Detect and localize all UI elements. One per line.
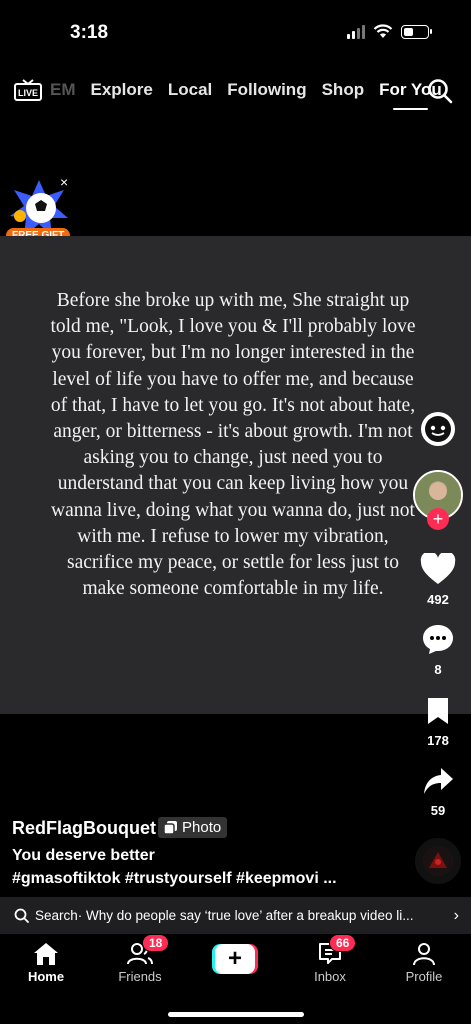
status-icons [347, 24, 432, 39]
like-count: 492 [427, 592, 449, 607]
search-suggestion-bar[interactable]: Search · Why do people say ‘true love’ a… [0, 897, 471, 934]
search-small-icon [14, 908, 29, 923]
share-button[interactable]: 59 [408, 766, 468, 818]
post-hashtags[interactable]: #gmasoftiktok #trustyourself #keepmovi .… [12, 870, 337, 888]
chevron-right-icon: › [453, 907, 459, 924]
save-count: 178 [427, 733, 449, 748]
status-time: 3:18 [70, 22, 109, 43]
tab-following[interactable]: Following [227, 80, 306, 100]
tab-friends[interactable]: Friends [100, 942, 180, 984]
search-suggestion-text: · Why do people say ‘true love’ after a … [77, 908, 414, 923]
top-navigation: LIVE EM Explore Local Following Shop For… [14, 78, 457, 110]
bottom-tab-bar: Home Friends 18 + Inbox 66 Profile [0, 934, 471, 1024]
tab-inbox-label: Inbox [314, 969, 346, 984]
live-icon[interactable]: LIVE [14, 79, 42, 101]
sound-disc-button[interactable] [408, 838, 468, 884]
comment-icon [423, 625, 453, 654]
tab-em[interactable]: EM [50, 80, 76, 100]
like-button[interactable]: 492 [408, 551, 468, 607]
music-disc-icon [415, 838, 461, 884]
post-caption: You deserve better [12, 847, 155, 864]
heart-icon [420, 551, 456, 584]
comment-button[interactable]: 8 [408, 623, 468, 677]
creator-username[interactable]: RedFlagBouquet [12, 818, 156, 839]
profile-icon [413, 943, 435, 966]
post-quote-text: Before she broke up with me, She straigh… [50, 290, 416, 600]
photo-icon [164, 821, 177, 834]
photo-badge-label: Photo [182, 819, 222, 836]
photo-type-badge: Photo [158, 817, 228, 838]
tab-home[interactable]: Home [6, 942, 86, 984]
creator-avatar-button[interactable]: + [408, 470, 468, 530]
battery-icon [401, 24, 432, 39]
cellular-signal-icon [347, 24, 365, 39]
wifi-icon [373, 24, 393, 38]
create-button[interactable]: + [212, 944, 258, 974]
bookmark-icon [428, 698, 448, 724]
share-count: 59 [430, 803, 446, 818]
tab-profile[interactable]: Profile [384, 942, 464, 984]
share-arrow-icon [424, 768, 453, 794]
tab-shop[interactable]: Shop [322, 80, 365, 100]
chat-bot-icon [421, 412, 455, 446]
friends-badge: 18 [142, 934, 170, 952]
home-icon [34, 943, 58, 965]
tab-local[interactable]: Local [168, 80, 212, 100]
tab-profile-label: Profile [405, 969, 443, 984]
inbox-badge: 66 [329, 934, 357, 952]
gift-close-icon[interactable]: × [60, 174, 68, 190]
live-label: LIVE [18, 88, 38, 98]
ai-assistant-button[interactable] [408, 410, 468, 453]
search-icon[interactable] [427, 78, 453, 104]
comment-count: 8 [434, 662, 442, 677]
tab-friends-label: Friends [118, 969, 162, 984]
nav-tabs: EM Explore Local Following Shop For You [50, 80, 442, 110]
follow-plus-button[interactable]: + [427, 508, 449, 530]
save-button[interactable]: 178 [408, 696, 468, 748]
photo-post-card[interactable]: Before she broke up with me, She straigh… [0, 236, 471, 714]
plus-icon: + [215, 944, 255, 974]
home-indicator [168, 1012, 304, 1017]
tab-home-label: Home [27, 969, 65, 984]
tab-explore[interactable]: Explore [91, 80, 153, 100]
search-suggestion-prefix: Search [35, 908, 78, 923]
